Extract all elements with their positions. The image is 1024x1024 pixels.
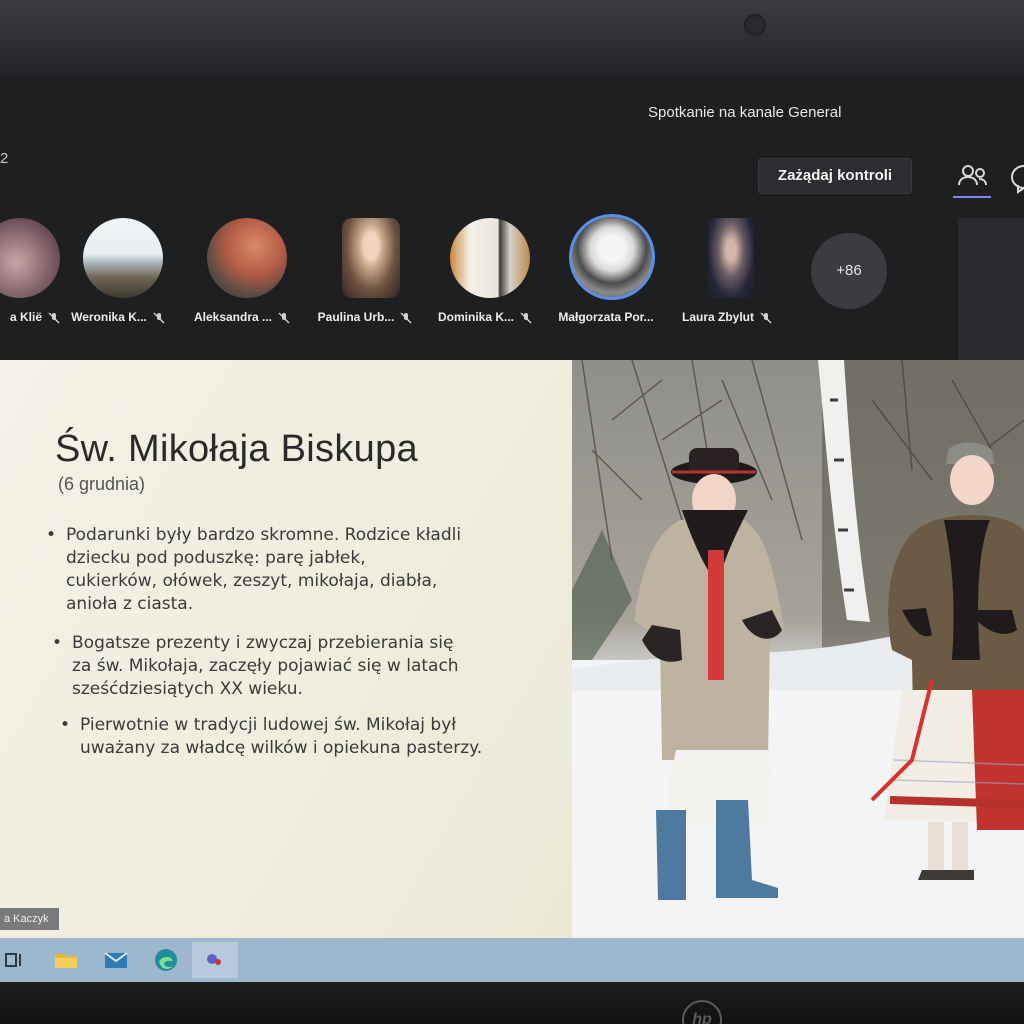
monitor-bezel-top [0, 0, 1024, 80]
muted-mic-icon [278, 312, 290, 324]
muted-mic-icon [400, 312, 412, 324]
monitor-bezel-bottom [0, 983, 1024, 1024]
participant-name: Laura Zbylut [681, 310, 754, 324]
shared-slide: Św. Mikołaja Biskupa (6 grudnia) • Podar… [0, 360, 1024, 938]
slide-bullet: • Pierwotnie w tradycji ludowej św. Miko… [60, 715, 483, 758]
bullet-dot: • [46, 525, 57, 545]
task-view-icon[interactable] [0, 946, 28, 974]
bullet-dot: • [60, 715, 71, 735]
avatar [207, 218, 287, 298]
participant-tile[interactable]: Paulina Urb... [310, 218, 430, 338]
muted-mic-icon [760, 312, 772, 324]
participant-name: Małgorzata Por... [558, 310, 654, 324]
file-explorer-icon[interactable] [52, 946, 80, 974]
participant-tile-speaking[interactable]: Małgorzata Por... [551, 214, 671, 338]
edge-browser-icon[interactable] [152, 946, 180, 974]
chat-icon[interactable] [1010, 160, 1024, 194]
participant-name: Paulina Urb... [317, 310, 395, 324]
teams-app-icon[interactable] [192, 942, 238, 978]
participant-tile[interactable]: Aleksandra ... [187, 218, 307, 338]
avatar [450, 218, 530, 298]
webcam-icon [744, 14, 766, 36]
avatar [0, 218, 60, 298]
avatar [708, 218, 754, 298]
participant-tile[interactable]: Weronika K... [63, 218, 183, 338]
taskbar [0, 938, 1024, 982]
presenter-name-tag: a Kaczyk [0, 908, 59, 930]
meeting-header: Spotkanie na kanale General 2 Zażądaj ko… [0, 78, 1024, 363]
slide-bullet: • Bogatsze prezenty i zwyczaj przebieran… [52, 633, 459, 699]
mail-icon[interactable] [102, 946, 130, 974]
participant-name: Aleksandra ... [193, 310, 273, 324]
participant-tile[interactable]: Laura Zbylut [672, 218, 792, 338]
avatar [83, 218, 163, 298]
meeting-timer: 2 [0, 150, 9, 167]
participant-name: Weronika K... [71, 310, 147, 324]
participant-tile[interactable]: Dominika K... [430, 218, 550, 338]
avatar [342, 218, 400, 298]
request-control-button[interactable]: Zażądaj kontroli [758, 158, 912, 194]
folk-costume-photo [572, 360, 1024, 938]
meeting-title: Spotkanie na kanale General [648, 104, 842, 121]
photo-of-laptop-screen: Spotkanie na kanale General 2 Zażądaj ko… [0, 0, 1024, 1024]
screen: Spotkanie na kanale General 2 Zażądaj ko… [0, 78, 1024, 983]
more-participants-button[interactable]: +86 [811, 233, 887, 309]
participant-name: Dominika K... [437, 310, 514, 324]
bullet-dot: • [52, 633, 63, 653]
muted-mic-icon [520, 312, 532, 324]
participant-name: a Klië [9, 310, 42, 324]
slide-subtitle: (6 grudnia) [58, 474, 146, 494]
slide-bullet: • Podarunki były bardzo skromne. Rodzice… [46, 525, 462, 614]
slide-title: Św. Mikołaja Biskupa [55, 428, 418, 470]
side-panel [958, 218, 1024, 363]
muted-mic-icon [153, 312, 165, 324]
participants-icon[interactable] [953, 158, 991, 198]
avatar [569, 214, 655, 300]
slide-text-area: Św. Mikołaja Biskupa (6 grudnia) • Podar… [0, 360, 572, 938]
